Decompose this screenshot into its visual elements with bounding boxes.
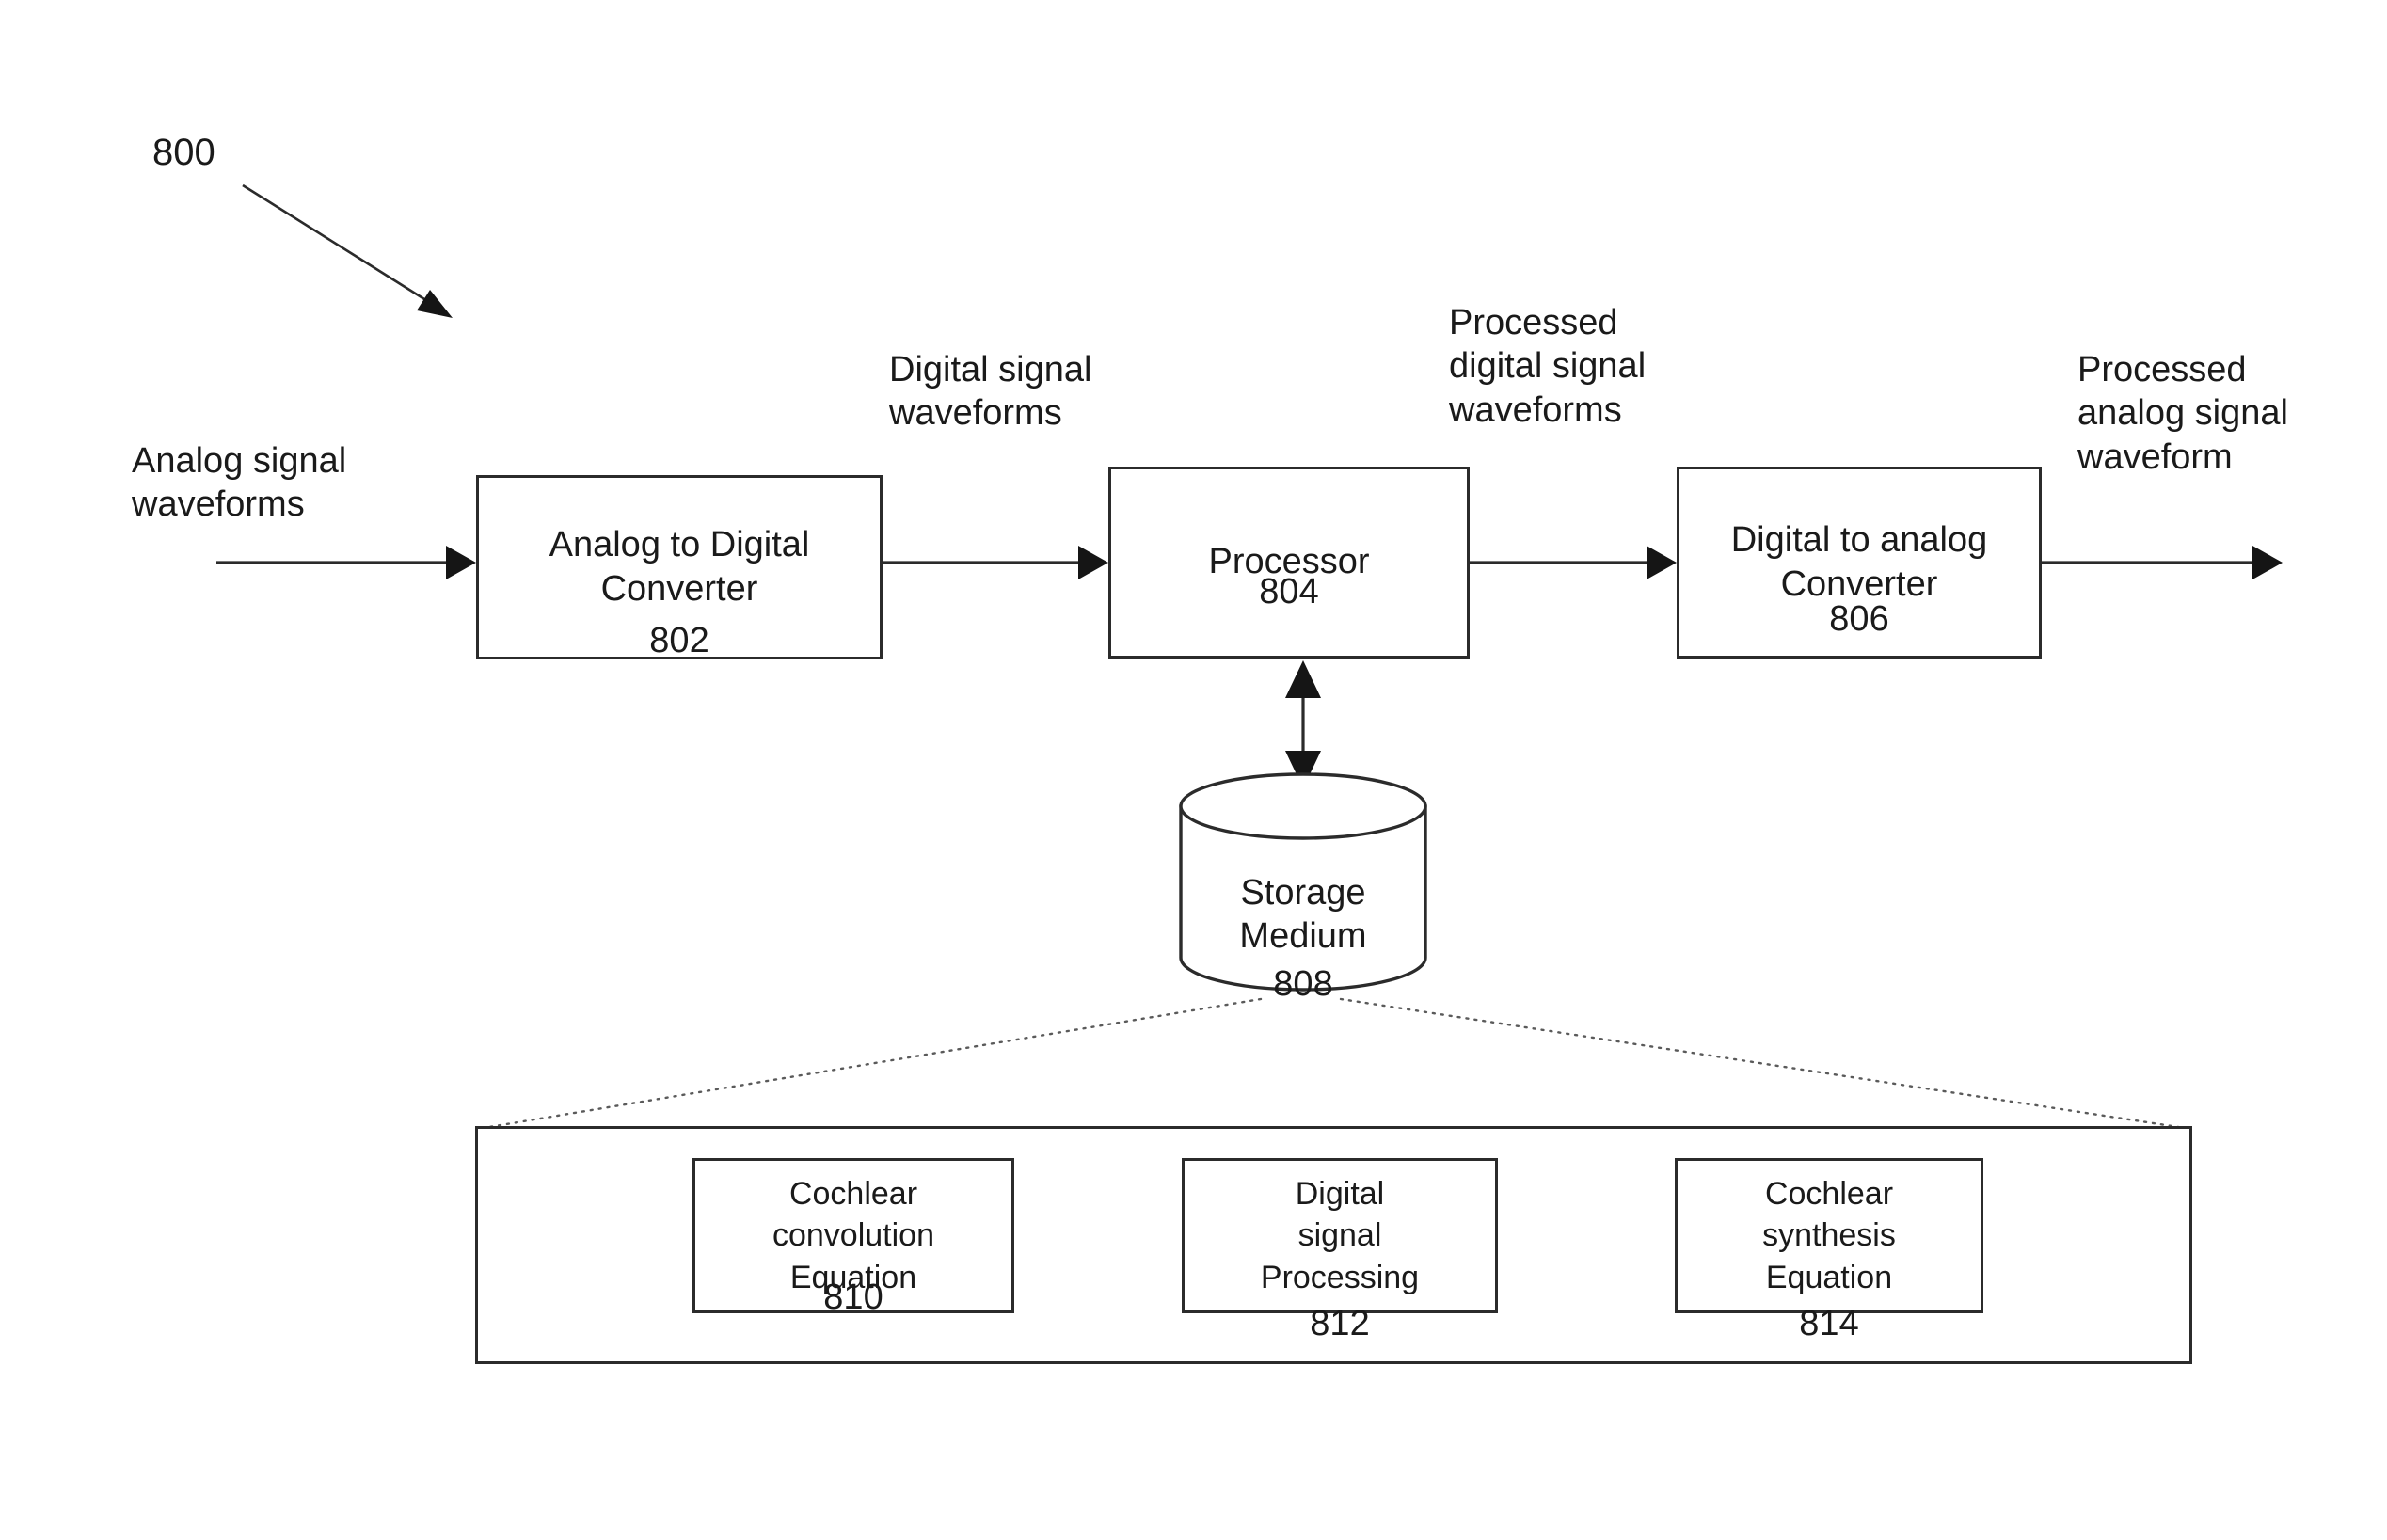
block-812-number: 812 [1310,1304,1370,1343]
block-dac-number: 806 [1829,599,1889,639]
block-storage-medium-title: Storage Medium [1239,873,1367,957]
figure-canvas: 800 Analog signal waveforms Digital sign… [0,0,2387,1540]
block-digital-signal-processing[interactable]: Digital signal Processing [1182,1158,1498,1313]
callout-lines [476,997,2192,1131]
figure-number: 800 [152,132,215,173]
block-processor-number: 804 [1259,572,1319,611]
block-814-title: Cochlear synthesis Equation [1762,1176,1896,1295]
arrow-dac-to-output [2042,546,2283,579]
block-812-title: Digital signal Processing [1260,1176,1420,1295]
figure-leader-arrow [242,183,453,318]
label-processed-digital-signal-waveforms: Processed digital signal waveforms [1449,303,1647,430]
block-dac-title: Digital to analog Converter [1730,519,1988,605]
block-814-number: 814 [1799,1304,1859,1343]
label-processed-analog-signal-waveform: Processed analog signal waveform [2077,350,2288,477]
arrow-input-to-adc [216,546,476,579]
label-digital-signal-waveforms: Digital signal waveforms [889,350,1092,434]
block-processor[interactable]: Processor [1108,467,1470,659]
arrow-processor-storage-bidirectional [1285,660,1321,788]
block-cochlear-synthesis-equation[interactable]: Cochlear synthesis Equation [1675,1158,1983,1313]
block-adc-number: 802 [649,621,709,660]
block-storage-medium-number: 808 [1273,964,1333,1004]
arrow-adc-to-processor [883,546,1108,579]
arrow-processor-to-dac [1470,546,1677,579]
block-810-number: 810 [823,1278,883,1317]
label-analog-signal-waveforms: Analog signal waveforms [132,441,347,525]
block-adc-title: Analog to Digital Converter [549,524,810,610]
